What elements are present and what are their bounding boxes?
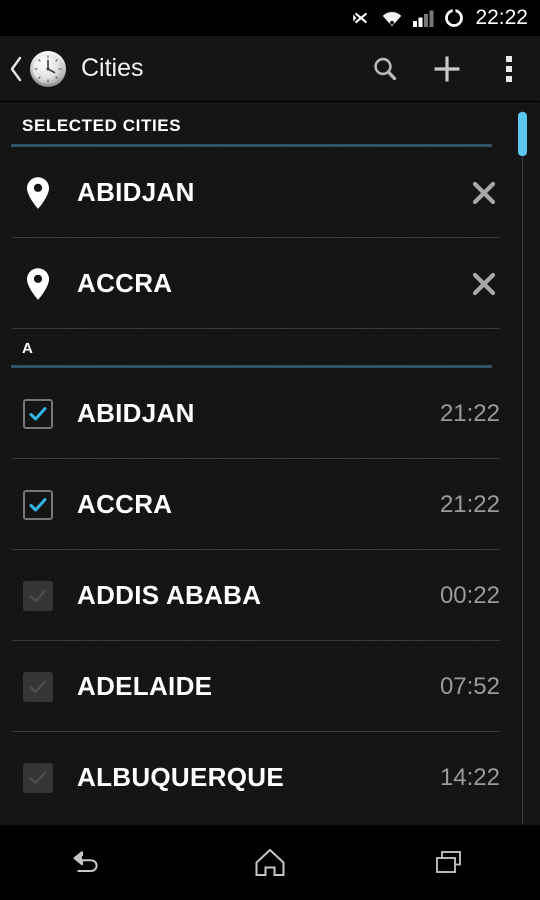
- alpha-section-header: A: [0, 329, 540, 368]
- checkbox-unchecked: [23, 671, 53, 702]
- city-checkbox[interactable]: [16, 398, 60, 429]
- scrollbar-track: [522, 110, 523, 824]
- city-row[interactable]: ADELAIDE 07:52: [0, 641, 540, 732]
- city-row[interactable]: ACCRA 21:22: [0, 459, 540, 550]
- city-name: ALBUQUERQUE: [77, 762, 284, 792]
- selected-cities-label: SELECTED CITIES: [22, 116, 182, 135]
- city-row[interactable]: ABIDJAN 21:22: [0, 368, 540, 459]
- action-bar: Cities: [0, 36, 540, 102]
- city-time: 21:22: [439, 490, 500, 518]
- remove-city-icon[interactable]: [462, 171, 506, 215]
- cities-list[interactable]: SELECTED CITIES ABIDJAN ACCRA A ABIDJAN …: [0, 102, 540, 824]
- city-time: 21:22: [439, 399, 500, 427]
- cellular-signal-icon: [412, 8, 434, 28]
- overflow-menu-icon[interactable]: [478, 36, 540, 102]
- city-name: ACCRA: [77, 489, 173, 519]
- city-checkbox[interactable]: [16, 580, 60, 611]
- city-name: ADELAIDE: [77, 671, 213, 701]
- city-checkbox[interactable]: [16, 762, 60, 793]
- clock-icon[interactable]: [28, 49, 68, 89]
- city-name: ADDIS ABABA: [77, 580, 262, 610]
- status-bar: 22:22: [0, 0, 540, 36]
- selected-city-row[interactable]: ABIDJAN: [0, 147, 540, 238]
- checkbox-checked: [23, 489, 53, 520]
- checkbox-checked: [23, 398, 53, 429]
- add-icon[interactable]: [416, 36, 478, 102]
- city-name: ABIDJAN: [77, 398, 195, 428]
- alpha-section-label: A: [22, 340, 34, 357]
- city-time: 14:22: [439, 763, 500, 791]
- city-name: ABIDJAN: [77, 177, 195, 207]
- remove-city-icon[interactable]: [462, 262, 506, 306]
- home-nav-icon[interactable]: [225, 825, 315, 900]
- checkbox-unchecked: [23, 580, 53, 611]
- system-nav-bar: [0, 824, 540, 900]
- city-name: ACCRA: [77, 268, 173, 298]
- search-icon[interactable]: [354, 36, 416, 102]
- selected-cities-header: SELECTED CITIES: [0, 102, 540, 147]
- city-row[interactable]: ADDIS ABABA 00:22: [0, 550, 540, 641]
- recents-nav-icon[interactable]: [405, 825, 495, 900]
- page-title: Cities: [81, 54, 144, 82]
- bluetooth-off-icon: [350, 7, 372, 29]
- back-nav-icon[interactable]: [45, 825, 135, 900]
- city-row[interactable]: ALBUQUERQUE 14:22: [0, 732, 540, 823]
- city-time: 07:52: [439, 672, 500, 700]
- ring-mode-icon: [443, 7, 465, 29]
- selected-city-row[interactable]: ACCRA: [0, 238, 540, 329]
- wifi-icon: [381, 8, 403, 28]
- location-pin-icon: [16, 267, 60, 301]
- overflow-dots: [506, 55, 512, 82]
- status-bar-clock: 22:22: [475, 6, 528, 29]
- city-checkbox[interactable]: [16, 671, 60, 702]
- city-time: 00:22: [439, 581, 500, 609]
- back-chevron-icon[interactable]: [6, 36, 26, 102]
- app-screen: 22:22 Cities SELECTED CITIES ABIDJAN ACC…: [0, 0, 540, 900]
- checkbox-unchecked: [23, 762, 53, 793]
- location-pin-icon: [16, 176, 60, 210]
- city-checkbox[interactable]: [16, 489, 60, 520]
- scrollbar-thumb[interactable]: [518, 112, 527, 156]
